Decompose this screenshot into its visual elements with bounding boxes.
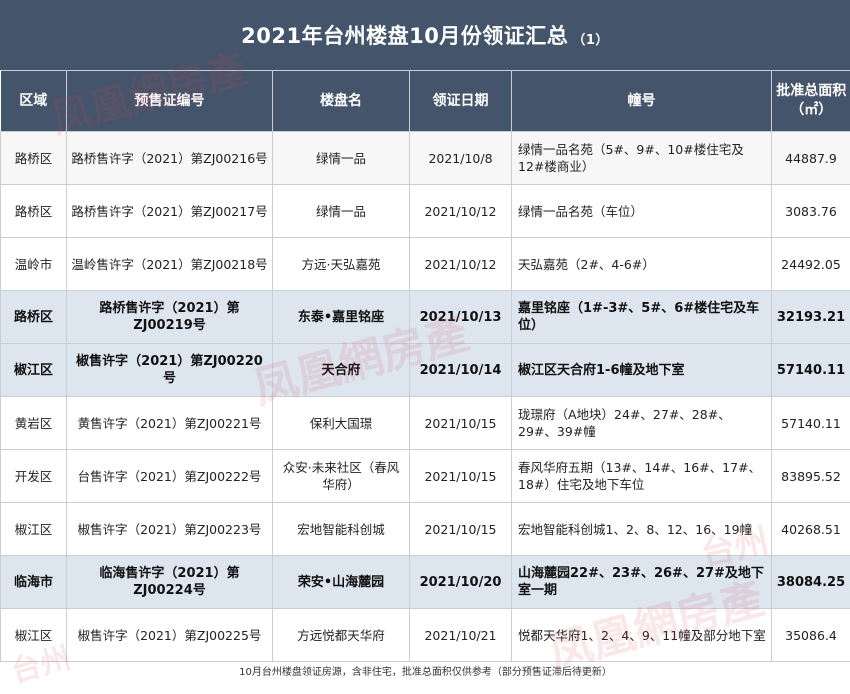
cell-buildings: 珑璟府（A地块）24#、27#、28#、29#、39#幢 xyxy=(511,396,772,450)
table-row-highlighted: 路桥区 路桥售许字（2021）第ZJ00219号 东泰•嘉里铭座 2021/10… xyxy=(0,290,850,344)
cell-buildings: 春风华府五期（13#、14#、16#、17#、18#）住宅及地下车位 xyxy=(511,449,772,503)
cell-permit: 台售许字（2021）第ZJ00222号 xyxy=(66,449,273,503)
cell-date: 2021/10/21 xyxy=(409,608,512,662)
cell-area: 椒江区 xyxy=(0,608,67,662)
table-row-highlighted: 椒江区 椒售许字（2021）第ZJ00220号 天合府 2021/10/14 椒… xyxy=(0,343,850,397)
footnote: 10月台州楼盘领证房源，含非住宅，批准总面积仅供参考（部分预售证滞后待更新） xyxy=(0,661,850,682)
cell-size: 3083.76 xyxy=(771,184,850,238)
cell-size: 57140.11 xyxy=(771,396,850,450)
column-header-project: 楼盘名 xyxy=(272,70,410,132)
cell-size: 44887.9 xyxy=(771,131,850,185)
page-title: 2021年台州楼盘10月份领证汇总 xyxy=(241,24,569,48)
cell-project: 荣安•山海麓园 xyxy=(272,555,410,609)
cell-size: 57140.11 xyxy=(771,343,850,397)
cell-date: 2021/10/8 xyxy=(409,131,512,185)
cell-buildings: 嘉里铭座（1#-3#、5#、6#楼住宅及车位） xyxy=(511,290,772,344)
table-row-highlighted: 临海市 临海售许字（2021）第ZJ00224号 荣安•山海麓园 2021/10… xyxy=(0,555,850,609)
cell-area: 黄岩区 xyxy=(0,396,67,450)
cell-size: 35086.4 xyxy=(771,608,850,662)
page-title-suffix: （1） xyxy=(572,32,609,48)
cell-permit: 温岭售许字（2021）第ZJ00218号 xyxy=(66,237,273,291)
cell-size: 32193.21 xyxy=(771,290,850,344)
cell-date: 2021/10/12 xyxy=(409,237,512,291)
table-row: 路桥区 路桥售许字（2021）第ZJ00216号 绿情一品 2021/10/8 … xyxy=(0,131,850,185)
cell-area: 临海市 xyxy=(0,555,67,609)
cell-date: 2021/10/14 xyxy=(409,343,512,397)
cell-permit: 椒售许字（2021）第ZJ00225号 xyxy=(66,608,273,662)
column-header-size: 批准总面积（㎡） xyxy=(771,70,850,132)
cell-buildings: 天弘嘉苑（2#、4-6#） xyxy=(511,237,772,291)
cell-project: 保利大国璟 xyxy=(272,396,410,450)
cell-permit: 路桥售许字（2021）第ZJ00217号 xyxy=(66,184,273,238)
cell-size: 40268.51 xyxy=(771,502,850,556)
cell-buildings: 椒江区天合府1-6幢及地下室 xyxy=(511,343,772,397)
cell-size: 24492.05 xyxy=(771,237,850,291)
table-row: 路桥区 路桥售许字（2021）第ZJ00217号 绿情一品 2021/10/12… xyxy=(0,184,850,238)
permit-table: 区域 预售证编号 楼盘名 领证日期 幢号 批准总面积（㎡） 路桥区 路桥售许字（… xyxy=(0,70,850,682)
cell-date: 2021/10/15 xyxy=(409,396,512,450)
table-row: 椒江区 椒售许字（2021）第ZJ00223号 宏地智能科创城 2021/10/… xyxy=(0,502,850,556)
cell-area: 路桥区 xyxy=(0,131,67,185)
cell-project: 天合府 xyxy=(272,343,410,397)
cell-date: 2021/10/12 xyxy=(409,184,512,238)
cell-project: 绿情一品 xyxy=(272,184,410,238)
title-bar: 2021年台州楼盘10月份领证汇总 （1） xyxy=(0,0,850,70)
cell-project: 宏地智能科创城 xyxy=(272,502,410,556)
cell-area: 路桥区 xyxy=(0,184,67,238)
cell-date: 2021/10/15 xyxy=(409,449,512,503)
cell-area: 椒江区 xyxy=(0,343,67,397)
cell-buildings: 山海麓园22#、23#、26#、27#及地下室一期 xyxy=(511,555,772,609)
table-row: 椒江区 椒售许字（2021）第ZJ00225号 方远悦都天华府 2021/10/… xyxy=(0,608,850,662)
cell-size: 83895.52 xyxy=(771,449,850,503)
table-row: 开发区 台售许字（2021）第ZJ00222号 众安·未来社区（春风华府） 20… xyxy=(0,449,850,503)
cell-area: 温岭市 xyxy=(0,237,67,291)
cell-permit: 路桥售许字（2021）第ZJ00216号 xyxy=(66,131,273,185)
cell-buildings: 绿情一品名苑（车位） xyxy=(511,184,772,238)
footnote-row: 10月台州楼盘领证房源，含非住宅，批准总面积仅供参考（部分预售证滞后待更新） xyxy=(0,661,850,682)
column-header-date: 领证日期 xyxy=(409,70,512,132)
table-row: 温岭市 温岭售许字（2021）第ZJ00218号 方远·天弘嘉苑 2021/10… xyxy=(0,237,850,291)
cell-buildings: 绿情一品名苑（5#、9#、10#楼住宅及12#楼商业） xyxy=(511,131,772,185)
table-header-row: 区域 预售证编号 楼盘名 领证日期 幢号 批准总面积（㎡） xyxy=(0,70,850,132)
cell-permit: 椒售许字（2021）第ZJ00223号 xyxy=(66,502,273,556)
cell-project: 东泰•嘉里铭座 xyxy=(272,290,410,344)
cell-area: 椒江区 xyxy=(0,502,67,556)
cell-date: 2021/10/13 xyxy=(409,290,512,344)
cell-project: 绿情一品 xyxy=(272,131,410,185)
cell-size: 38084.25 xyxy=(771,555,850,609)
cell-permit: 路桥售许字（2021）第ZJ00219号 xyxy=(66,290,273,344)
cell-permit: 黄售许字（2021）第ZJ00221号 xyxy=(66,396,273,450)
cell-permit: 临海售许字（2021）第ZJ00224号 xyxy=(66,555,273,609)
column-header-area: 区域 xyxy=(0,70,67,132)
column-header-buildings: 幢号 xyxy=(511,70,772,132)
column-header-permit: 预售证编号 xyxy=(66,70,273,132)
table-row: 黄岩区 黄售许字（2021）第ZJ00221号 保利大国璟 2021/10/15… xyxy=(0,396,850,450)
cell-date: 2021/10/20 xyxy=(409,555,512,609)
cell-permit: 椒售许字（2021）第ZJ00220号 xyxy=(66,343,273,397)
cell-project: 方远悦都天华府 xyxy=(272,608,410,662)
cell-buildings: 悦都天华府1、2、4、9、11幢及部分地下室 xyxy=(511,608,772,662)
cell-buildings: 宏地智能科创城1、2、8、12、16、19幢 xyxy=(511,502,772,556)
summary-table-image: 2021年台州楼盘10月份领证汇总 （1） 区域 预售证编号 楼盘名 领证日期 … xyxy=(0,0,850,694)
cell-date: 2021/10/15 xyxy=(409,502,512,556)
cell-project: 众安·未来社区（春风华府） xyxy=(272,449,410,503)
cell-project: 方远·天弘嘉苑 xyxy=(272,237,410,291)
cell-area: 开发区 xyxy=(0,449,67,503)
cell-area: 路桥区 xyxy=(0,290,67,344)
